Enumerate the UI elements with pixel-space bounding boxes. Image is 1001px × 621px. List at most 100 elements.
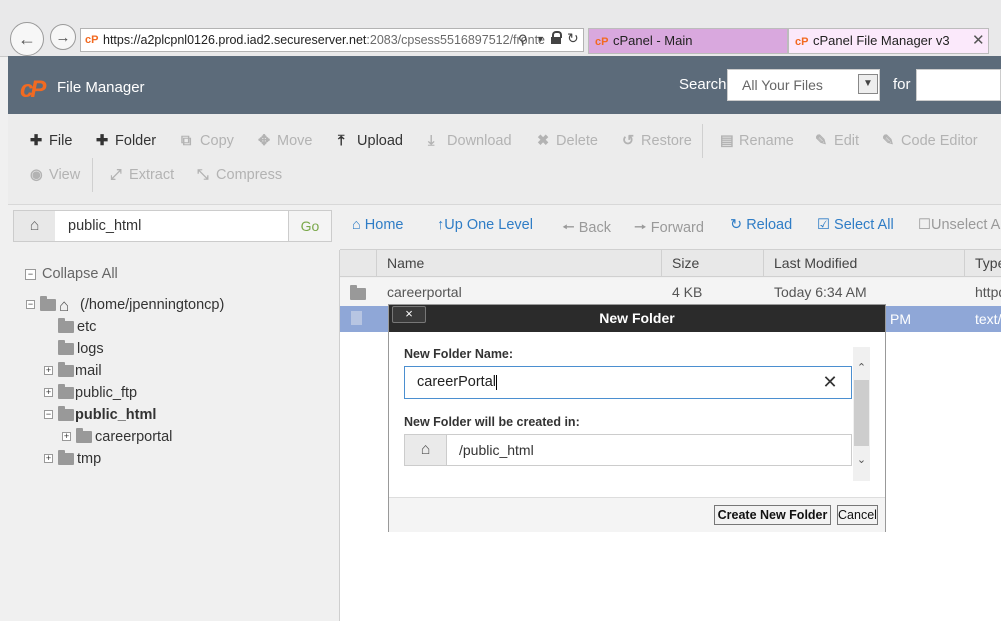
arrow-right-icon: 🠖 [634, 220, 647, 236]
close-tab-icon[interactable]: ✕ [972, 29, 985, 53]
clear-input-icon[interactable]: ✕ [820, 371, 840, 393]
tree-item-logs[interactable]: logs [77, 341, 104, 357]
folder-icon [58, 450, 74, 465]
home-icon: ⌂ [59, 296, 70, 315]
new-folder-button[interactable]: ✚ Folder [96, 133, 156, 149]
download-icon: ⤓ [428, 133, 435, 149]
expand-icon: ⤢ [110, 167, 122, 183]
tree-root[interactable]: (/home/jpenningtoncp) [80, 297, 224, 313]
restore-icon: ↺ [622, 133, 635, 149]
reload-button[interactable]: ↻ Reload [730, 217, 792, 233]
scroll-down-icon[interactable]: ⌄ [853, 452, 870, 468]
folder-icon [58, 340, 74, 355]
home-icon: ⌂ [29, 217, 40, 234]
code-edit-icon: ✎ [882, 133, 895, 149]
file-icon [351, 311, 362, 325]
move-button[interactable]: ✥ Move [258, 133, 313, 149]
scrollbar-thumb[interactable] [854, 380, 869, 446]
tree-item-public-ftp[interactable]: public_ftp [75, 385, 137, 401]
view-button[interactable]: ◉ View [30, 167, 80, 183]
forward-nav-button[interactable]: 🠖 Forward [634, 217, 704, 242]
browser-back-button[interactable]: ← [10, 22, 44, 56]
folder-icon [76, 428, 92, 443]
arrow-left-icon: 🠔 [562, 220, 575, 236]
collapse-toggle[interactable]: − [44, 410, 53, 419]
dialog-title: New Folder [599, 310, 675, 326]
tab-cpanel-main[interactable]: cP cPanel - Main [588, 28, 788, 54]
address-bar[interactable]: cP https://a2plcpnl0126.prod.iad2.secure… [80, 28, 584, 52]
dropdown-arrow-icon[interactable]: ▼ [536, 34, 545, 44]
file-name[interactable]: careerportal [387, 284, 462, 300]
select-all-button[interactable]: ☑ Select All [817, 217, 894, 233]
toolbar-divider [702, 124, 703, 158]
scroll-up-icon[interactable]: ⌃ [853, 360, 870, 376]
tab-file-manager[interactable]: cP cPanel File Manager v3 ✕ [788, 28, 989, 54]
folder-name-label: New Folder Name: [404, 347, 514, 361]
plus-icon: ✚ [96, 133, 109, 149]
search-icon[interactable]: ⚲ [518, 32, 528, 48]
folder-icon [58, 362, 74, 377]
upload-button[interactable]: ⤒ Upload [338, 133, 403, 149]
folder-open-icon [58, 406, 74, 421]
download-button[interactable]: ⤓ Download [428, 133, 512, 149]
cpanel-logo: cP [20, 76, 46, 103]
dialog-close-button[interactable]: × [392, 306, 426, 323]
text-cursor [495, 374, 497, 390]
browser-forward-button[interactable]: → [50, 24, 76, 50]
search-input[interactable] [916, 69, 1001, 101]
delete-button[interactable]: ✖ Delete [537, 133, 598, 149]
go-button[interactable]: Go [288, 210, 332, 242]
location-home-button: ⌂ [404, 434, 447, 466]
chevron-down-icon[interactable]: ▼ [858, 74, 878, 94]
refresh-icon[interactable]: ↻ [567, 30, 579, 47]
path-input[interactable]: public_html [55, 210, 289, 242]
refresh-icon: ↻ [730, 217, 743, 233]
back-nav-button[interactable]: 🠔 Back [562, 217, 611, 242]
location-input[interactable]: /public_html [446, 434, 852, 466]
create-folder-button[interactable]: Create New Folder [714, 505, 831, 525]
column-header-size[interactable]: Size [661, 249, 763, 277]
tree-item-public-html[interactable]: public_html [75, 407, 156, 423]
cpanel-favicon-icon: cP [595, 36, 609, 48]
tree-item-etc[interactable]: etc [77, 319, 96, 335]
up-one-level-button[interactable]: ↑Up One Level [437, 217, 533, 233]
column-header-name[interactable]: Name [376, 249, 662, 277]
home-icon: ⌂ [352, 217, 361, 233]
for-label: for [893, 76, 911, 93]
tree-item-mail[interactable]: mail [75, 363, 102, 379]
lock-icon [551, 31, 562, 44]
rename-button[interactable]: ▤ Rename [720, 133, 794, 149]
expand-toggle[interactable]: + [44, 388, 53, 397]
upload-icon: ⤒ [338, 133, 345, 149]
file-size: 4 KB [672, 284, 703, 300]
code-editor-button[interactable]: ✎ Code Editor [882, 133, 978, 149]
cancel-button[interactable]: Cancel [837, 505, 878, 525]
unselect-all-button[interactable]: ☐Unselect A [918, 217, 1000, 233]
collapse-icon: − [25, 269, 36, 280]
restore-button[interactable]: ↺ Restore [622, 133, 692, 149]
expand-toggle[interactable]: + [44, 366, 53, 375]
expand-toggle[interactable]: + [62, 432, 71, 441]
column-header-last-modified[interactable]: Last Modified [763, 249, 964, 277]
expand-toggle[interactable]: + [44, 454, 53, 463]
collapse-toggle[interactable]: − [26, 300, 35, 309]
edit-button[interactable]: ✎ Edit [815, 133, 859, 149]
path-home-button[interactable]: ⌂ [13, 210, 56, 242]
home-nav-button[interactable]: ⌂ Home [352, 217, 403, 233]
file-modified: PM [890, 311, 911, 327]
folder-icon [58, 318, 74, 333]
extract-button[interactable]: ⤢ Extract [110, 167, 174, 183]
new-file-button[interactable]: ✚ File [30, 133, 72, 149]
file-type: text/ [975, 311, 1001, 327]
folder-name-input[interactable]: careerPortal [404, 366, 852, 399]
collapse-all-button[interactable]: − Collapse All [25, 266, 118, 282]
compress-button[interactable]: ⤡ Compress [197, 167, 282, 183]
tree-item-careerportal[interactable]: careerportal [95, 429, 172, 445]
pencil-icon: ✎ [815, 133, 828, 149]
move-icon: ✥ [258, 133, 271, 149]
toolbar-divider [92, 158, 93, 192]
column-header-type[interactable]: Type [964, 249, 1001, 277]
copy-button[interactable]: ⧉ Copy [181, 133, 234, 149]
folder-icon [58, 384, 74, 399]
tree-item-tmp[interactable]: tmp [77, 451, 101, 467]
